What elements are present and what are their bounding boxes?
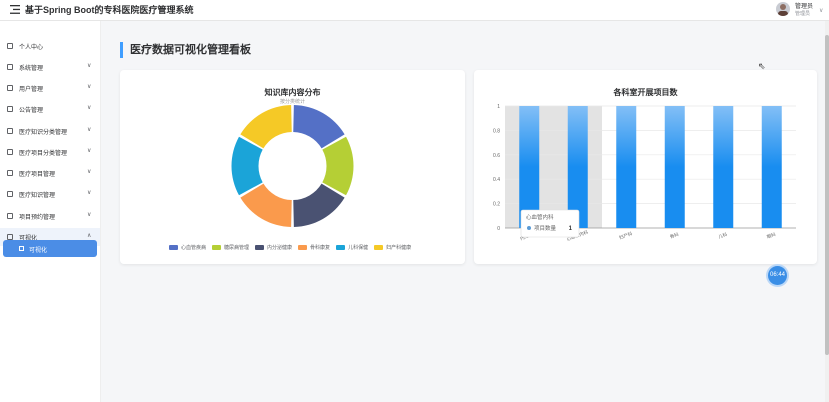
mouse-cursor-icon: ⇖ [758, 61, 766, 71]
list-icon [7, 170, 13, 176]
sidebar-item-5[interactable]: 医疗项目分类管理 ∨ [0, 143, 100, 161]
legend-label: 心血管疾病 [181, 245, 207, 251]
tooltip-title: 心血管内科 [526, 213, 554, 221]
chevron-icon: ∨ [87, 127, 92, 133]
list-icon [7, 191, 13, 197]
y-tick-label: 1 [497, 104, 500, 110]
pie-slice[interactable] [322, 136, 354, 196]
y-tick-label: 0.2 [493, 202, 500, 208]
avatar[interactable] [776, 2, 790, 16]
y-tick-label: 0.4 [493, 177, 500, 183]
chevron-icon: ∨ [87, 84, 92, 90]
sidebar-item-label: 医疗项目分类管理 [19, 151, 68, 157]
sidebar-item-8[interactable]: 项目预约管理 ∨ [0, 207, 100, 225]
sidebar-subitem-visualization[interactable]: 可视化 [3, 240, 97, 257]
sidebar-item-2[interactable]: 用户管理 ∨ [0, 79, 100, 97]
bar[interactable] [616, 106, 637, 228]
page-title: 医疗数据可视化管理看板 [120, 42, 251, 58]
sidebar-item-label: 系统管理 [19, 66, 44, 72]
legend-label: 骨科康复 [310, 245, 331, 251]
chart-icon [19, 246, 24, 251]
user-name[interactable]: 管理员 [795, 1, 813, 10]
bar[interactable] [761, 106, 782, 228]
sidebar-item-4[interactable]: 医疗知识分类管理 ∨ [0, 122, 100, 140]
list-icon [7, 213, 13, 219]
tooltip-label: 项目数量 [534, 224, 557, 232]
chevron-icon: ∨ [87, 63, 92, 69]
y-tick-label: 0 [497, 226, 500, 232]
timer-badge[interactable]: 06:44 [768, 266, 787, 285]
legend-label: 妇产科健康 [386, 245, 412, 251]
chevron-icon: ∨ [87, 105, 92, 111]
list-icon [7, 128, 13, 134]
chevron-icon: ∧ [87, 233, 92, 239]
sidebar-item-label: 可视化 [29, 248, 48, 254]
user-icon [7, 43, 13, 49]
legend-swatch [169, 245, 178, 251]
legend-swatch [336, 245, 346, 251]
legend-item[interactable]: 心血管疾病 [169, 244, 206, 251]
bar[interactable] [713, 106, 734, 228]
legend-label: 内分泌健康 [267, 245, 293, 251]
legend-item[interactable]: 骨科康复 [298, 244, 330, 251]
legend-swatch [255, 245, 265, 251]
sidebar-item-1[interactable]: 系统管理 ∨ [0, 58, 100, 76]
sidebar-item-label: 医疗项目管理 [19, 172, 56, 178]
donut-chart [231, 105, 354, 227]
sidebar-item-label: 项目预约管理 [19, 215, 56, 221]
chevron-icon: ∨ [87, 190, 92, 196]
chevron-down-icon[interactable]: ∨ [819, 7, 823, 14]
legend-label: 儿科保健 [348, 245, 369, 251]
sidebar-item-label: 公告管理 [19, 108, 44, 114]
y-tick-label: 0.8 [493, 128, 500, 134]
sidebar-item-0[interactable]: 个人中心 [0, 37, 100, 55]
sidebar-item-6[interactable]: 医疗项目管理 ∨ [0, 164, 100, 182]
sidebar-item-label: 医疗知识分类管理 [19, 130, 68, 136]
sidebar-item-3[interactable]: 公告管理 ∨ [0, 100, 100, 118]
chevron-icon: ∨ [87, 169, 92, 175]
list-icon [7, 149, 13, 155]
chevron-icon: ∨ [87, 148, 92, 154]
user-role: 管理员 [795, 11, 811, 17]
chevron-icon: ∨ [87, 212, 92, 218]
pie-slice[interactable] [231, 136, 263, 196]
top-bar: 基于Spring Boot的专科医院医疗管理系统 管理员 管理员 ∨ [0, 0, 829, 21]
bar[interactable] [664, 106, 685, 228]
x-tick-label: 妇产科 [618, 230, 634, 241]
y-tick-label: 0.6 [493, 153, 500, 159]
legend-label: 糖尿病管理 [224, 245, 250, 251]
legend-swatch [374, 245, 384, 251]
gear-icon [7, 64, 13, 70]
x-tick-label: 眼科 [766, 231, 777, 241]
sidebar-item-7[interactable]: 医疗知识管理 ∨ [0, 185, 100, 203]
chart-legend: 心血管疾病 糖尿病管理 内分泌健康 骨科康复 儿科保健 妇产科健康 [169, 244, 417, 252]
scrollbar-thumb[interactable] [825, 35, 829, 355]
bar-chart-card: 各科室开展项目数 10.80.60.40.20内分泌科心血管内科妇产科骨科儿科眼… [474, 70, 817, 264]
x-tick-label: 骨科 [669, 231, 680, 241]
legend-item[interactable]: 妇产科健康 [374, 244, 411, 251]
hamburger-icon[interactable] [10, 5, 20, 14]
sidebar-item-label: 医疗知识管理 [19, 193, 56, 199]
sidebar: 个人中心 系统管理 ∨ 用户管理 ∨ 公告管理 ∨ 医疗知识分类管理 ∨ 医疗项目分类管理 ∨ 医疗项… [0, 21, 101, 402]
legend-item[interactable]: 内分泌健康 [255, 244, 292, 251]
legend-item[interactable]: 糖尿病管理 [212, 244, 249, 251]
x-tick-label: 儿科 [717, 231, 728, 241]
legend-swatch [298, 245, 308, 251]
sidebar-item-label: 用户管理 [19, 87, 44, 93]
bar-chart: 10.80.60.40.20内分泌科心血管内科妇产科骨科儿科眼科心血管内科项目数… [493, 104, 796, 243]
legend-item[interactable]: 儿科保健 [336, 244, 368, 251]
app-title: 基于Spring Boot的专科医院医疗管理系统 [25, 5, 194, 15]
users-icon [7, 85, 13, 91]
sidebar-item-label: 个人中心 [19, 45, 44, 51]
legend-swatch [212, 245, 222, 251]
megaphone-icon [7, 106, 13, 112]
pie-chart-card: 知识库内容分布 按分类统计 心血管疾病 糖尿病管理 内分泌健康 骨科康复 儿科保健 妇产科… [120, 70, 465, 264]
